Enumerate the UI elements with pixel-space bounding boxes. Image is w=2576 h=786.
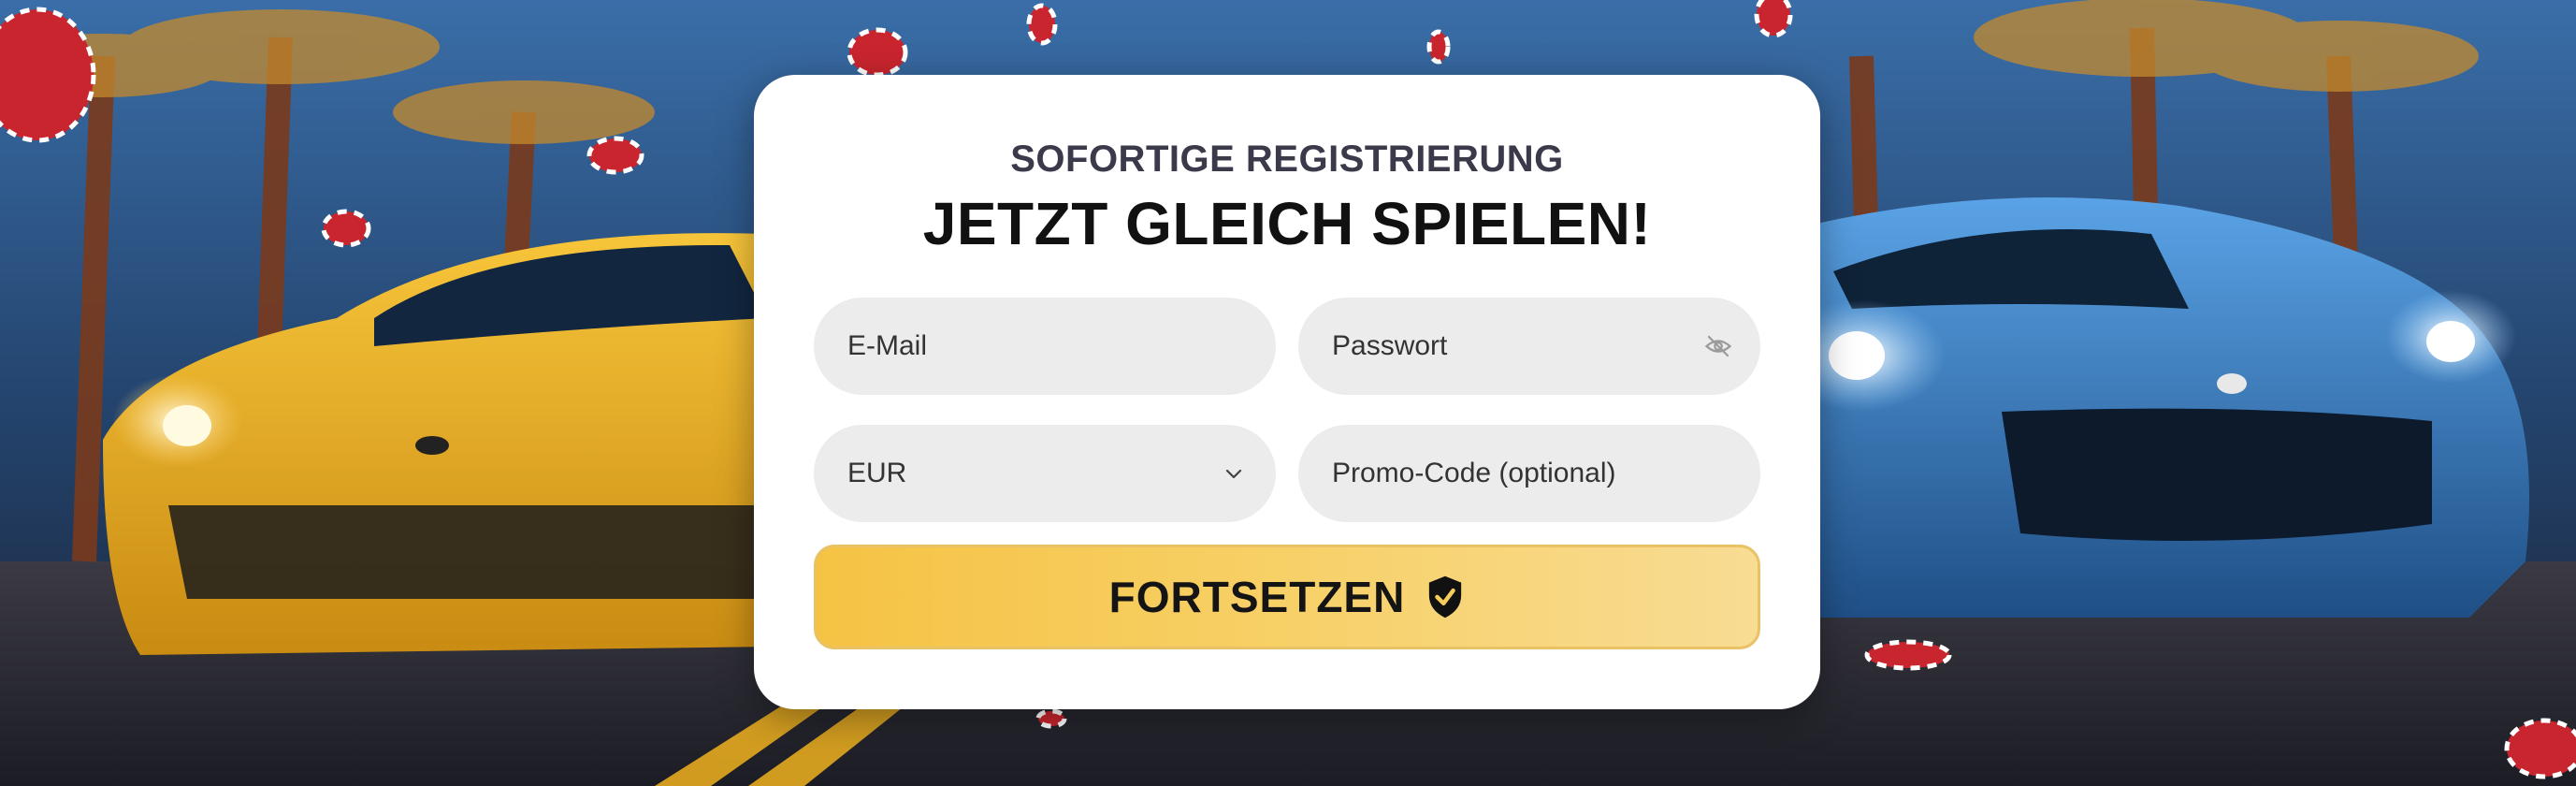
hero-banner: SOFORTIGE REGISTRIERUNG JETZT GLEICH SPI… xyxy=(0,0,2576,786)
form-subtitle: SOFORTIGE REGISTRIERUNG xyxy=(1010,138,1564,180)
continue-button[interactable]: FORTSETZEN xyxy=(814,545,1760,649)
shield-check-icon xyxy=(1425,575,1465,619)
eye-slash-icon[interactable] xyxy=(1702,330,1734,362)
email-field[interactable]: E-Mail xyxy=(814,298,1276,395)
currency-select[interactable]: EUR xyxy=(814,425,1276,522)
email-placeholder: E-Mail xyxy=(847,330,928,361)
password-field[interactable]: Passwort xyxy=(1298,298,1760,395)
continue-button-label: FORTSETZEN xyxy=(1108,573,1406,621)
form-title: JETZT GLEICH SPIELEN! xyxy=(922,190,1652,257)
promo-code-field[interactable]: Promo-Code (optional) xyxy=(1298,425,1760,522)
chevron-down-icon xyxy=(1218,458,1250,489)
password-placeholder: Passwort xyxy=(1332,330,1448,361)
promo-code-placeholder: Promo-Code (optional) xyxy=(1332,458,1616,488)
registration-form-card: SOFORTIGE REGISTRIERUNG JETZT GLEICH SPI… xyxy=(754,75,1820,709)
currency-value: EUR xyxy=(847,458,907,488)
